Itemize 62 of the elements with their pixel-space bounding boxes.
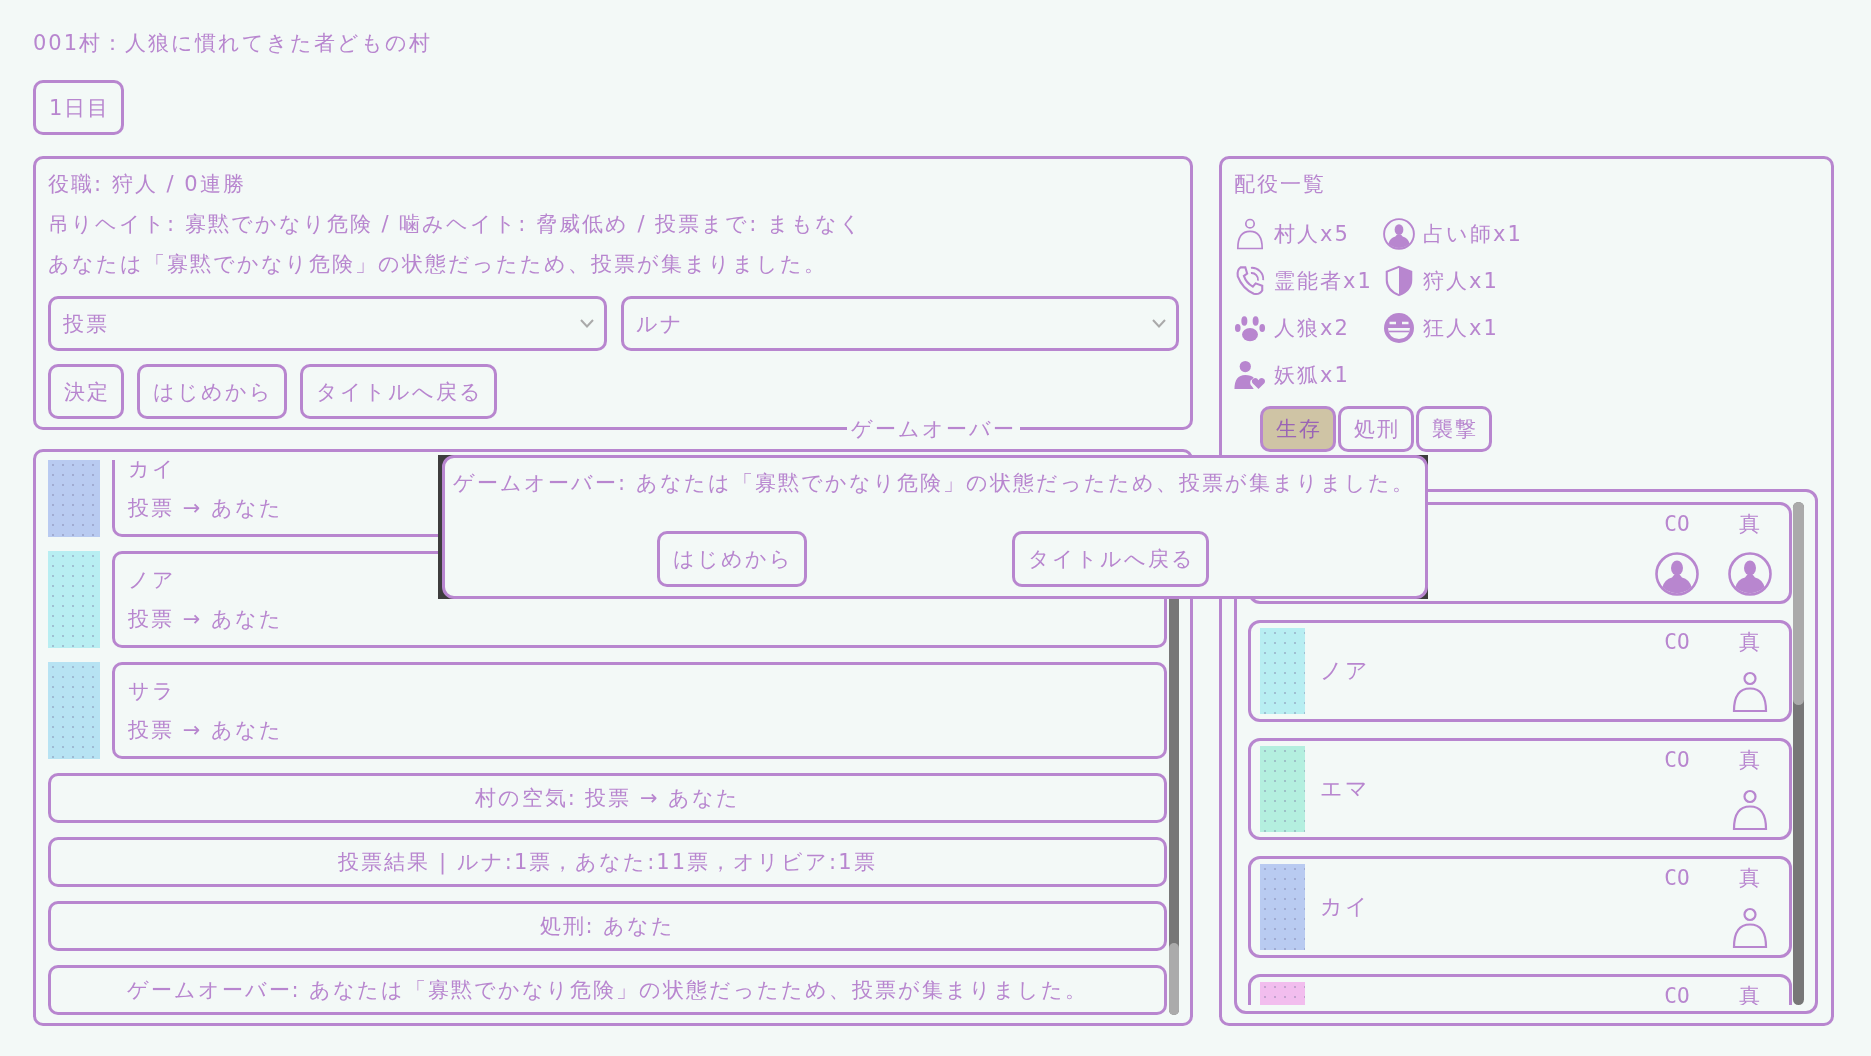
system-message: ゲームオーバー: あなたは「寡黙でかなり危険」の状態だったため、投票が集まりました。 <box>48 965 1167 1015</box>
dialog-message: ゲームオーバー: あなたは「寡黙でかなり危険」の状態だったため、投票が集まりました。 <box>453 470 1415 497</box>
role-count: 占い師x1 <box>1423 220 1523 248</box>
role-count: 霊能者x1 <box>1274 267 1373 295</box>
speaker-name: ノア <box>128 567 176 594</box>
person-heart-icon <box>1234 358 1266 391</box>
status-text: 吊りヘイト: 寡黙でかなり危険 / 噛みヘイト: 脅威低め / 投票まで: まもなく <box>48 211 864 238</box>
phone-icon <box>1234 264 1266 297</box>
role-count: 妖狐x1 <box>1274 361 1350 389</box>
co-label: CO <box>1664 985 1690 1005</box>
player-name: カイ <box>1320 893 1370 921</box>
role-count: 狂人x1 <box>1423 314 1499 342</box>
system-message: 投票結果 | ルナ:1票，あなた:11票，オリビア:1票 <box>48 837 1167 887</box>
action-button[interactable]: はじめから <box>137 364 287 419</box>
co-label: CO <box>1664 867 1690 889</box>
message-text: 投票 → あなた <box>128 606 283 633</box>
action-dropdown[interactable]: 投票 <box>48 296 607 351</box>
action-button[interactable]: タイトルへ戻る <box>300 364 497 419</box>
role-count: 村人x5 <box>1274 220 1350 248</box>
speaker-name: サラ <box>128 678 176 705</box>
true-role-label: 真 <box>1738 631 1762 653</box>
tab[interactable]: 生存 <box>1260 406 1336 452</box>
scrollbar-thumb[interactable] <box>1169 943 1179 1015</box>
dialog-button[interactable]: タイトルへ戻る <box>1011 531 1209 587</box>
true-role-label: 真 <box>1738 513 1762 535</box>
person-outline-icon <box>1732 789 1768 831</box>
scrollbar[interactable] <box>1793 502 1804 1005</box>
co-label: CO <box>1664 631 1690 653</box>
role-count: 狩人x1 <box>1423 267 1499 295</box>
co-label: CO <box>1664 749 1690 771</box>
role-count: 人狼x2 <box>1274 314 1350 342</box>
shield-icon <box>1383 264 1415 297</box>
chevron-down-icon <box>1152 319 1166 328</box>
tab[interactable]: 処刑 <box>1338 406 1414 452</box>
message-text: 投票 → あなた <box>128 717 283 744</box>
system-message: 処刑: あなた <box>48 901 1167 951</box>
true-role-label: 真 <box>1738 867 1762 889</box>
day-button[interactable]: 1日目 <box>33 80 125 135</box>
person-circle-icon <box>1655 552 1699 596</box>
tab[interactable]: 襲撃 <box>1416 406 1492 452</box>
action-button[interactable]: 決定 <box>48 364 124 419</box>
scrollbar-thumb[interactable] <box>1793 502 1804 705</box>
co-label: CO <box>1664 513 1690 535</box>
dialog-button[interactable]: はじめから <box>657 531 808 587</box>
true-role-label: 真 <box>1738 749 1762 771</box>
player-name: ノア <box>1320 657 1370 685</box>
status-text: あなたは「寡黙でかなり危険」の状態だったため、投票が集まりました。 <box>48 251 827 278</box>
panel-title: 配役一覧 <box>1234 171 1326 197</box>
person-outline-icon <box>1732 907 1768 949</box>
grinning-face-icon <box>1383 311 1415 344</box>
speaker-name: カイ <box>128 460 176 483</box>
person-circle-icon <box>1728 552 1772 596</box>
person-outline-icon <box>1234 217 1266 250</box>
chevron-down-icon <box>579 319 594 328</box>
system-message: 村の空気: 投票 → あなた <box>48 773 1167 823</box>
player-name: エマ <box>1320 775 1370 803</box>
status-text: 役職: 狩人 / 0連勝 <box>48 171 246 198</box>
person-outline-icon <box>1732 671 1768 713</box>
target-dropdown[interactable]: ルナ <box>620 296 1179 351</box>
person-circle-icon <box>1383 217 1415 250</box>
message-text: 投票 → あなた <box>128 495 283 522</box>
village-title: 001村：人狼に慣れてきた者どもの村 <box>33 30 433 56</box>
